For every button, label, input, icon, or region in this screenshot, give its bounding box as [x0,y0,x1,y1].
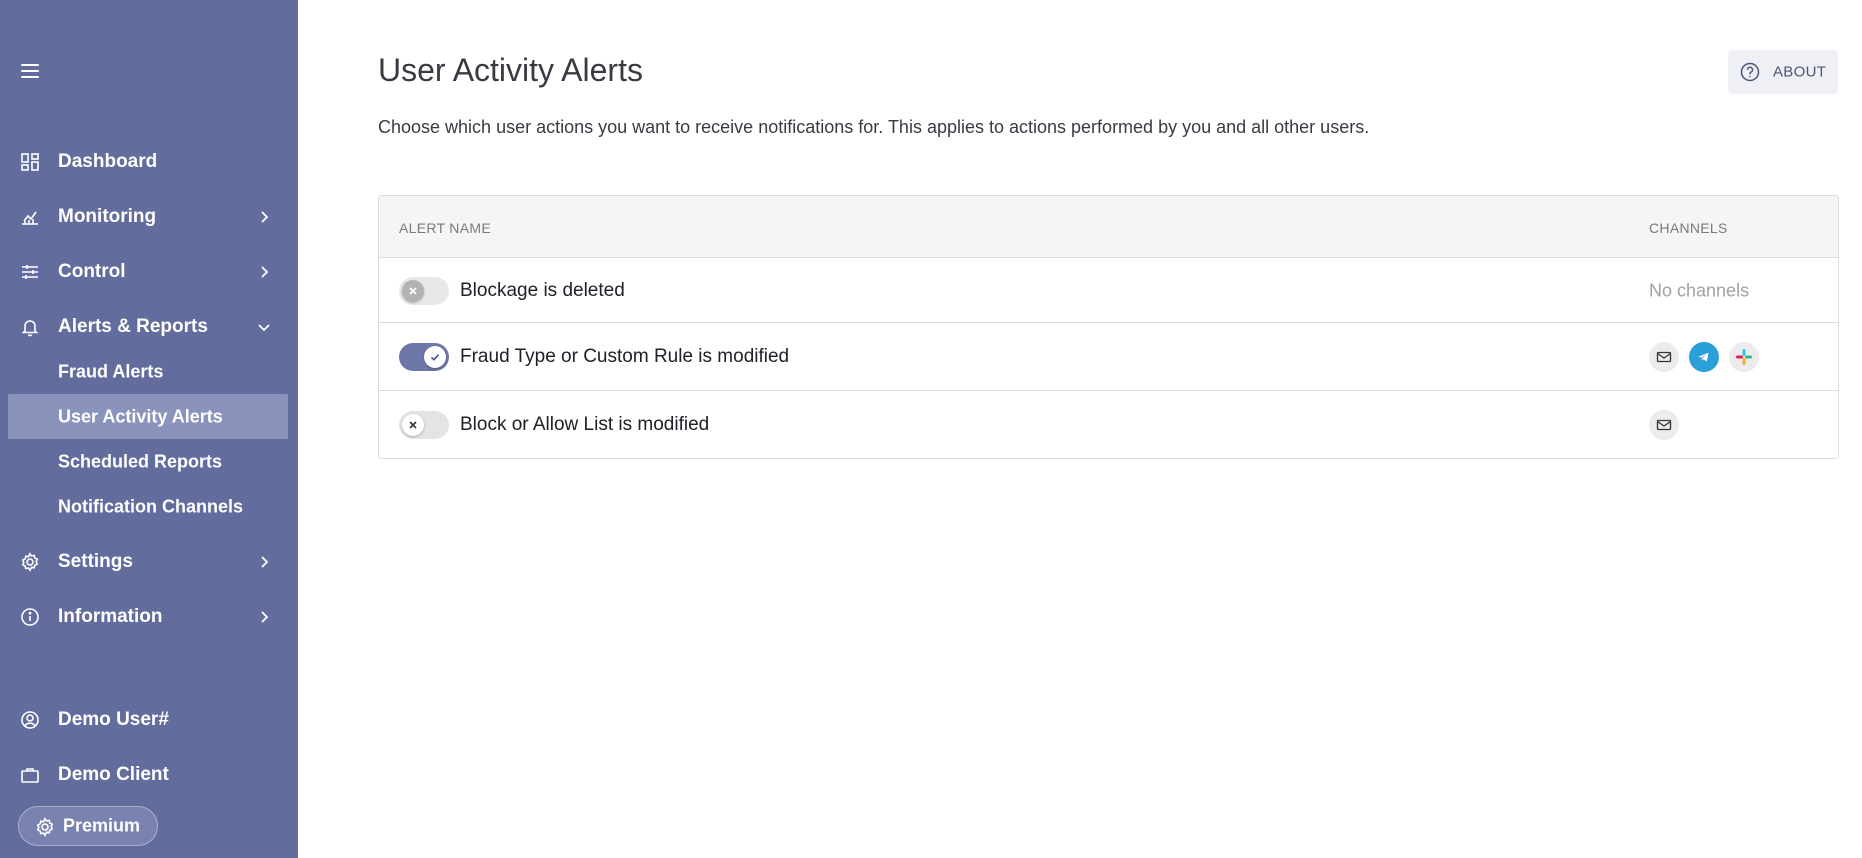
alert-name: Block or Allow List is modified [460,414,710,435]
sidebar-item-dashboard[interactable]: Dashboard [0,142,298,182]
bell-icon [20,317,40,337]
alert-toggle[interactable] [399,277,449,305]
sidebar-item-label: Monitoring [58,206,157,227]
sliders-icon [20,262,40,282]
about-label: ABOUT [1773,63,1827,81]
sidebar-item-control[interactable]: Control [0,252,298,292]
slack-icon[interactable] [1729,341,1759,372]
alert-name: Blockage is deleted [460,279,625,301]
sidebar: Dashboard Monitoring Control Alerts & Re… [0,0,298,858]
email-icon[interactable] [1649,341,1679,372]
no-channels-text: No channels [1649,280,1750,300]
chart-icon [20,207,40,227]
sidebar-subitem-label: User Activity Alerts [58,406,223,426]
briefcase-icon [20,765,40,785]
sidebar-subitem-scheduled-reports[interactable]: Scheduled Reports [8,439,288,484]
alert-toggle[interactable] [399,343,449,371]
toggle-off-x-icon [402,280,424,302]
sidebar-item-label: Alerts & Reports [58,316,208,337]
table-row: Fraud Type or Custom Rule is modified [379,323,1838,391]
chevron-right-icon [256,554,272,570]
sidebar-subitem-user-activity-alerts[interactable]: User Activity Alerts [8,394,288,439]
sidebar-subitem-label: Fraud Alerts [58,361,164,381]
table-row: Blockage is deleted No channels [379,259,1838,323]
help-circle-icon [1740,62,1760,82]
chevron-right-icon [256,609,272,625]
table-row: Block or Allow List is modified [379,391,1838,459]
gear-icon [35,817,55,837]
user-circle-icon [20,710,40,730]
sidebar-item-label: Dashboard [58,151,158,172]
alerts-table: ALERT NAME CHANNELS Blockage is deleted … [378,195,1839,459]
sidebar-subitem-label: Scheduled Reports [58,451,223,471]
sidebar-item-label: Control [58,261,126,282]
alert-toggle[interactable] [399,411,449,439]
sidebar-item-monitoring[interactable]: Monitoring [0,197,298,237]
sidebar-subitem-notification-channels[interactable]: Notification Channels [8,484,288,529]
info-icon [20,607,40,627]
telegram-icon[interactable] [1689,341,1719,372]
alert-name: Fraud Type or Custom Rule is modified [460,345,790,367]
premium-label: Premium [63,815,141,836]
dashboard-icon [20,152,40,172]
about-button[interactable]: ABOUT [1728,50,1838,94]
premium-button[interactable]: Premium [18,806,158,846]
column-header-channels: CHANNELS [1649,220,1728,236]
sidebar-user[interactable]: Demo User# [0,700,298,740]
chevron-right-icon [256,264,272,280]
sidebar-subitem-fraud-alerts[interactable]: Fraud Alerts [8,349,288,394]
sidebar-item-settings[interactable]: Settings [0,542,298,582]
gear-icon [20,552,40,572]
page-subtitle: Choose which user actions you want to re… [378,117,1370,137]
sidebar-item-label: Information [58,606,163,627]
sidebar-item-label: Settings [58,551,133,572]
email-icon[interactable] [1649,410,1679,440]
sidebar-subitem-label: Notification Channels [58,496,244,516]
page-title: User Activity Alerts [378,52,643,88]
toggle-off-x-icon [402,414,424,436]
sidebar-item-information[interactable]: Information [0,597,298,637]
sidebar-client[interactable]: Demo Client [0,755,298,795]
table-header: ALERT NAME CHANNELS [379,196,1838,258]
column-header-alert-name: ALERT NAME [399,220,491,236]
chevron-right-icon [256,209,272,225]
sidebar-item-alerts-reports[interactable]: Alerts & Reports [0,307,298,347]
sidebar-user-label: Demo User# [58,709,169,730]
check-icon [424,346,446,368]
sidebar-client-label: Demo Client [58,764,169,785]
chevron-down-icon [256,319,272,335]
menu-icon[interactable] [21,64,41,80]
